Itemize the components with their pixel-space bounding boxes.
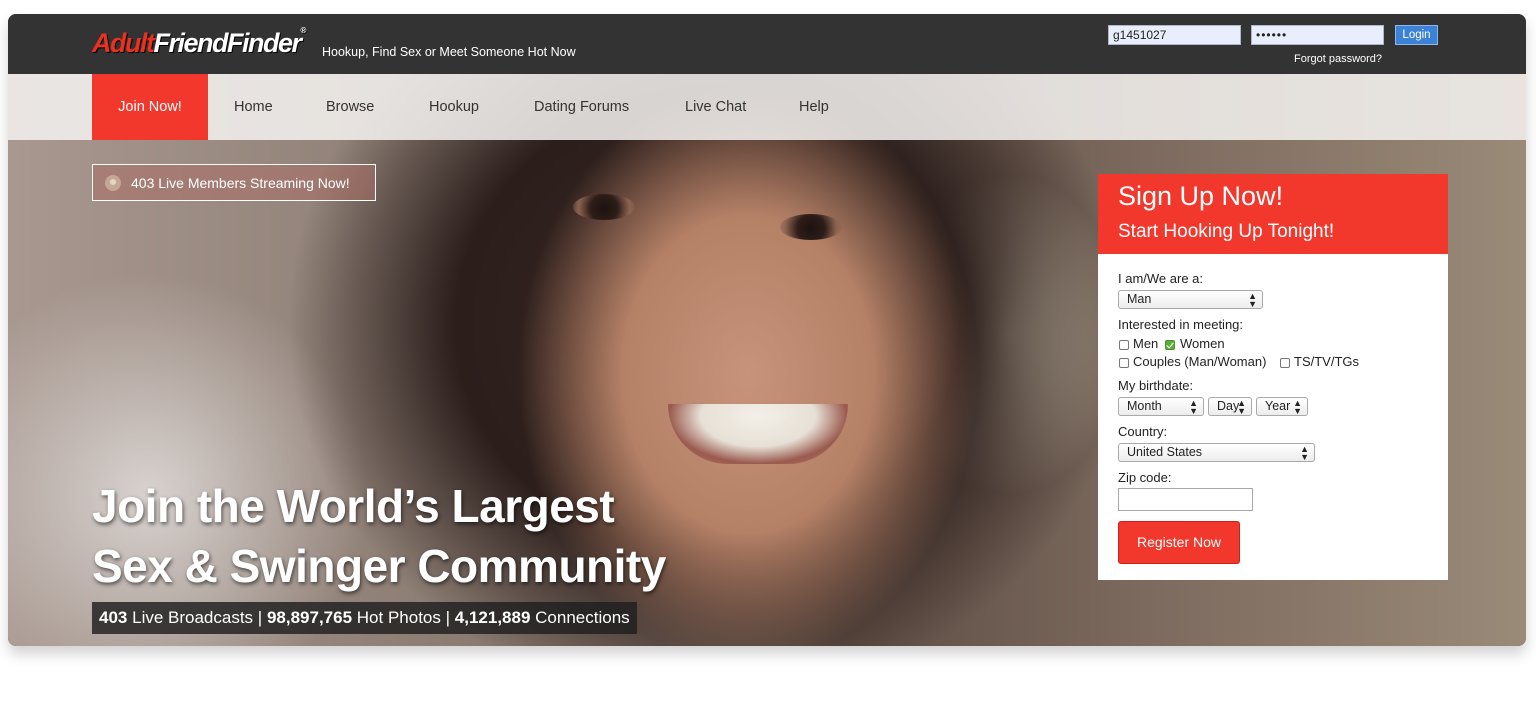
- select-arrows-icon: ▲ ▼: [1189, 398, 1198, 416]
- photos-count: 98,897,765: [266, 608, 353, 627]
- main-nav: Join Now! Home Browse Hookup Dating Foru…: [8, 74, 1526, 140]
- top-bar: AdultFriendFinder® Hookup, Find Sex or M…: [8, 14, 1526, 74]
- connections-label: Connections: [535, 608, 630, 627]
- site-tagline: Hookup, Find Sex or Meet Someone Hot Now: [322, 45, 576, 59]
- birth-month-value: Month: [1127, 399, 1162, 413]
- checkbox-ts-tv-tgs-label[interactable]: TS/TV/TGs: [1294, 354, 1359, 369]
- nav-item-hookup[interactable]: Hookup: [429, 74, 479, 140]
- checkbox-ts-tv-tgs[interactable]: [1280, 358, 1290, 368]
- site-logo[interactable]: AdultFriendFinder®: [92, 26, 307, 59]
- checkbox-women[interactable]: [1165, 340, 1175, 350]
- country-select[interactable]: United States ▲ ▼: [1118, 443, 1315, 462]
- nav-join-now[interactable]: Join Now!: [92, 74, 208, 140]
- nav-item-home[interactable]: Home: [234, 74, 273, 140]
- iam-select[interactable]: Man ▲ ▼: [1118, 290, 1263, 309]
- photos-label: Hot Photos: [356, 608, 441, 627]
- nav-item-live-chat[interactable]: Live Chat: [685, 74, 746, 140]
- headline-line-1: Join the World’s Largest: [92, 480, 615, 532]
- signup-header: Sign Up Now! Start Hooking Up Tonight!: [1098, 174, 1448, 254]
- password-input[interactable]: ••••••: [1251, 25, 1384, 45]
- forgot-password-link[interactable]: Forgot password?: [1294, 53, 1382, 65]
- stats-separator: |: [445, 608, 451, 627]
- signup-form: Sign Up Now! Start Hooking Up Tonight! I…: [1098, 174, 1448, 580]
- birth-year-value: Year: [1265, 399, 1291, 413]
- birth-year-select[interactable]: Year ▲ ▼: [1256, 397, 1308, 416]
- checkbox-couples[interactable]: [1119, 358, 1129, 368]
- country-select-value: United States: [1127, 445, 1203, 459]
- checkbox-men-label[interactable]: Men: [1133, 336, 1158, 351]
- birth-day-value: Day: [1217, 399, 1240, 413]
- signup-subtitle: Start Hooking Up Tonight!: [1118, 221, 1335, 242]
- birth-day-select[interactable]: Day ▲ ▼: [1208, 397, 1252, 416]
- birthdate-label: My birthdate:: [1118, 378, 1194, 393]
- logo-adult-text: Adult: [92, 28, 155, 58]
- iam-label: I am/We are a:: [1118, 271, 1204, 286]
- checkbox-men[interactable]: [1119, 340, 1129, 350]
- photo-eye-right: [780, 214, 842, 240]
- checkbox-couples-label[interactable]: Couples (Man/Woman): [1133, 354, 1266, 369]
- live-members-badge[interactable]: 403 Live Members Streaming Now!: [92, 164, 376, 201]
- select-arrows-icon: ▲ ▼: [1300, 444, 1309, 462]
- logo-friendfinder-text: FriendFinder: [153, 28, 302, 58]
- webcam-icon: [105, 175, 121, 191]
- broadcasts-count: 403: [99, 608, 128, 627]
- nav-item-browse[interactable]: Browse: [326, 74, 374, 140]
- interested-label: Interested in meeting:: [1118, 317, 1244, 332]
- birth-month-select[interactable]: Month ▲ ▼: [1118, 397, 1204, 416]
- nav-item-dating-forums[interactable]: Dating Forums: [534, 74, 629, 140]
- zip-label: Zip code:: [1118, 470, 1172, 485]
- live-members-text: 403 Live Members Streaming Now!: [131, 175, 350, 191]
- login-button[interactable]: Login: [1395, 25, 1438, 45]
- select-arrows-icon: ▲ ▼: [1248, 291, 1257, 309]
- hero-headline: Join the World’s Largest Sex & Swinger C…: [92, 476, 666, 596]
- register-now-button[interactable]: Register Now: [1118, 521, 1240, 564]
- photo-eye-left: [573, 194, 635, 220]
- stats-bar: 403 Live Broadcasts | 98,897,765 Hot Pho…: [92, 602, 637, 634]
- registered-mark: ®: [300, 26, 307, 35]
- photo-smile: [668, 404, 848, 464]
- broadcasts-label: Live Broadcasts: [132, 608, 254, 627]
- signup-title: Sign Up Now!: [1118, 181, 1284, 211]
- stats-separator: |: [257, 608, 263, 627]
- iam-select-value: Man: [1127, 292, 1152, 306]
- username-input[interactable]: g1451027: [1108, 25, 1241, 45]
- checkbox-women-label[interactable]: Women: [1180, 336, 1225, 351]
- select-arrows-icon: ▲ ▼: [1293, 398, 1302, 416]
- zip-code-input[interactable]: [1118, 488, 1253, 511]
- connections-count: 4,121,889: [454, 608, 531, 627]
- select-arrows-icon: ▲ ▼: [1237, 398, 1246, 416]
- headline-line-2: Sex & Swinger Community: [92, 540, 666, 592]
- browser-page: AdultFriendFinder® Hookup, Find Sex or M…: [8, 14, 1526, 646]
- country-label: Country:: [1118, 424, 1168, 439]
- nav-item-help[interactable]: Help: [799, 74, 829, 140]
